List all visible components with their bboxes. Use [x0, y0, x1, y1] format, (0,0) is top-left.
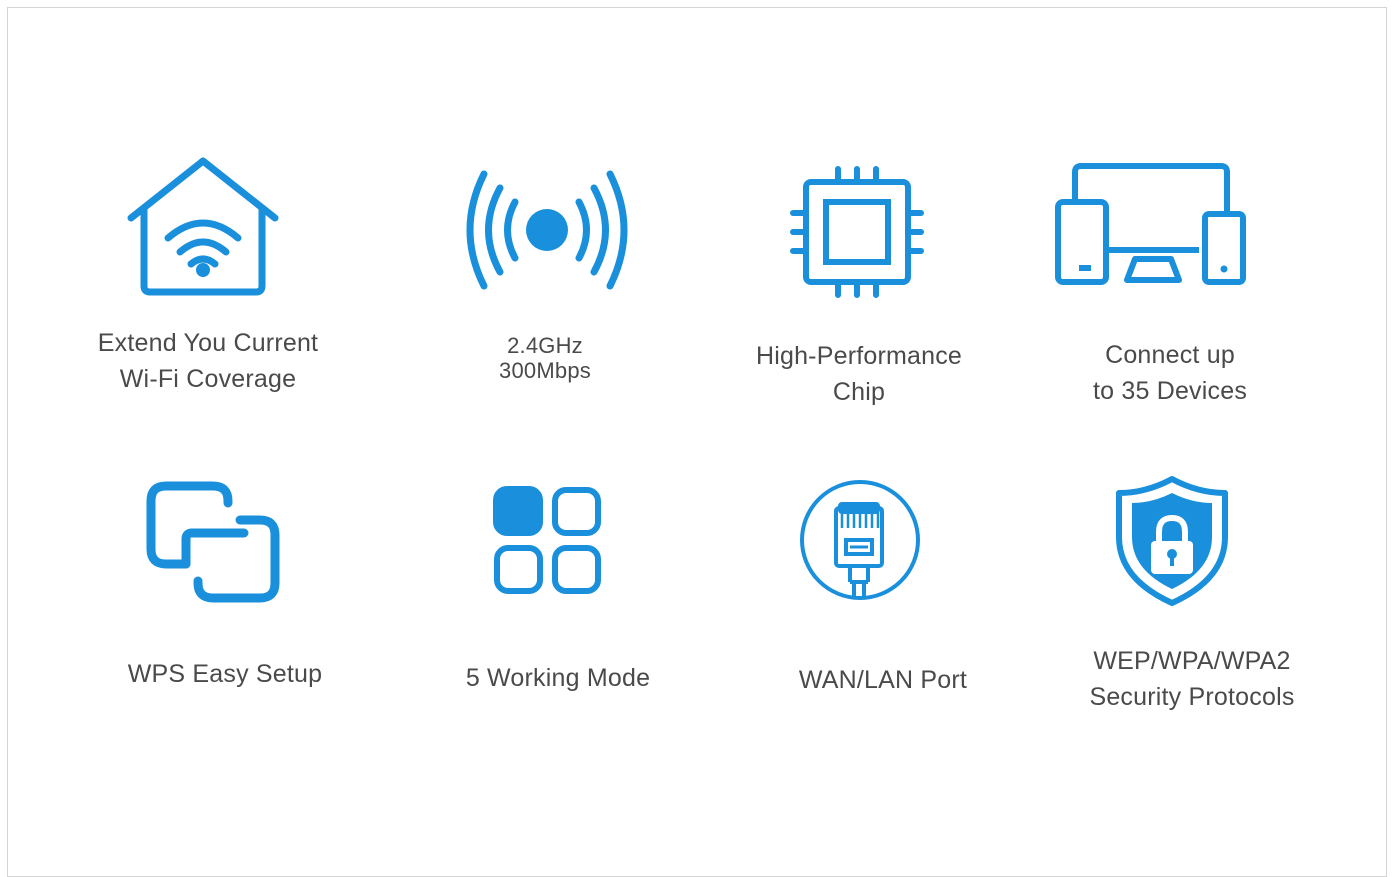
feature-label-modes: 5 Working Mode — [465, 664, 651, 692]
security-shield-icon — [1115, 475, 1229, 607]
feature-label-wps: WPS Easy Setup — [127, 660, 323, 688]
feature-label-security: WEP/WPA/WPA2 Security Protocols — [1089, 647, 1295, 711]
feature-label-port: WAN/LAN Port — [798, 666, 968, 694]
devices-icon — [1055, 162, 1247, 286]
grid-modes-icon — [493, 486, 602, 595]
home-wifi-icon — [127, 157, 279, 298]
feature-label-devices: Connect up to 35 Devices — [1092, 341, 1248, 405]
chip-icon — [790, 166, 924, 298]
link-icon — [146, 481, 280, 603]
feature-panel — [7, 7, 1387, 877]
wireless-signal-icon — [464, 168, 630, 292]
feature-label-chip: High-Performance Chip — [755, 342, 963, 406]
feature-label-speed: 2.4GHz 300Mbps — [499, 333, 591, 383]
ethernet-port-icon — [798, 478, 922, 602]
feature-label-coverage: Extend You Current Wi-Fi Coverage — [97, 329, 319, 393]
